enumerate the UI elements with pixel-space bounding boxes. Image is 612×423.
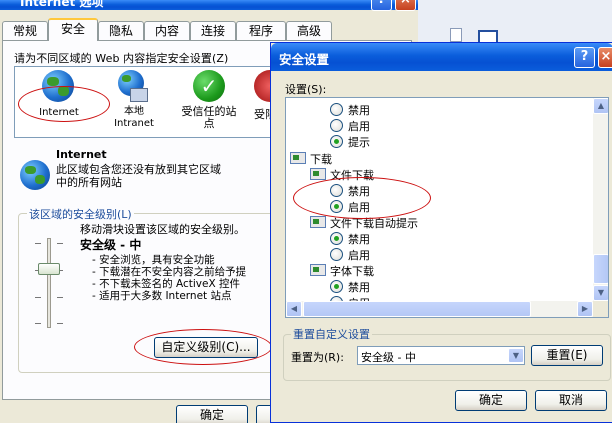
reset-group-label: 重置自定义设置 bbox=[291, 326, 372, 342]
security-settings-cancel-button[interactable]: 取消 bbox=[535, 390, 607, 411]
tree-subfolder-row[interactable]: 字体下载 bbox=[310, 263, 430, 279]
reset-button[interactable]: 重置(E) bbox=[531, 345, 603, 366]
security-slider-track bbox=[47, 238, 51, 328]
tree-radio-row[interactable]: 禁用 bbox=[330, 231, 410, 247]
radio-button[interactable] bbox=[330, 135, 343, 148]
reset-to-label: 重置为(R): bbox=[291, 351, 344, 364]
document-icon bbox=[450, 28, 462, 42]
check-icon: ✓ bbox=[193, 70, 225, 102]
settings-label: 设置(S): bbox=[285, 83, 327, 96]
radio-label: 禁用 bbox=[348, 233, 370, 246]
internet-zone-highlight bbox=[18, 86, 110, 122]
tab-programs[interactable]: 程序 bbox=[236, 21, 286, 41]
slider-hint: 移动滑块设置该区域的安全级别。 bbox=[80, 223, 245, 236]
help-button[interactable]: ? bbox=[371, 0, 392, 11]
radio-button[interactable] bbox=[330, 280, 343, 293]
security-level-name: 安全级 - 中 bbox=[80, 238, 142, 252]
zone-trusted-label: 受信任的站 点 bbox=[181, 105, 237, 130]
tree-subfolder-row[interactable]: 文件下载自动提示 bbox=[310, 215, 470, 231]
slider-tick-8 bbox=[57, 323, 63, 324]
scroll-right-arrow-icon[interactable]: ▶ bbox=[577, 301, 593, 317]
tree-radio-row[interactable]: 启用 bbox=[330, 118, 410, 134]
security-settings-window: 安全设置 ? × 设置(S): 禁用 启用 提示 下载 文件下载 禁用 启用 文… bbox=[270, 42, 612, 423]
tree-radio-row[interactable]: 启用 bbox=[330, 247, 410, 263]
tab-general[interactable]: 常规 bbox=[2, 21, 48, 41]
horizontal-scroll-thumb[interactable] bbox=[303, 301, 531, 317]
security-settings-title: 安全设置 bbox=[279, 52, 330, 67]
radio-button[interactable] bbox=[330, 232, 343, 245]
settings-folder-icon bbox=[310, 264, 326, 276]
zone-intranet[interactable]: 本地 Intranet bbox=[104, 70, 164, 134]
radio-label: 禁用 bbox=[348, 104, 370, 117]
scroll-up-arrow-icon[interactable]: ▲ bbox=[593, 98, 608, 114]
selected-zone-icon bbox=[20, 160, 50, 190]
reset-level-select[interactable]: 安全级 - 中 ▼ bbox=[357, 346, 525, 365]
radio-label: 启用 bbox=[348, 249, 370, 262]
radio-button[interactable] bbox=[330, 248, 343, 261]
file-download-enable-highlight bbox=[293, 177, 431, 219]
tab-privacy[interactable]: 隐私 bbox=[98, 21, 144, 41]
settings-folder-icon bbox=[310, 168, 326, 180]
radio-label: 启用 bbox=[348, 120, 370, 133]
security-settings-help-button[interactable]: ? bbox=[574, 47, 595, 68]
security-slider-thumb[interactable] bbox=[38, 263, 60, 275]
scroll-down-arrow-icon[interactable]: ▼ bbox=[593, 285, 608, 301]
custom-level-highlight bbox=[134, 329, 272, 365]
vertical-scrollbar[interactable]: ▲ ▼ bbox=[593, 98, 608, 301]
zone-prompt: 请为不同区域的 Web 内容指定安全设置(Z) bbox=[14, 52, 229, 65]
selected-zone-desc-line2: 中的所有网站 bbox=[56, 176, 122, 189]
radio-label: 提示 bbox=[348, 136, 370, 149]
scroll-left-arrow-icon[interactable]: ◀ bbox=[286, 301, 302, 317]
close-button[interactable]: × bbox=[395, 0, 416, 11]
security-level-group-label: 该区域的安全级别(L) bbox=[27, 206, 134, 222]
slider-tick-7 bbox=[57, 297, 63, 298]
tab-content[interactable]: 内容 bbox=[144, 21, 190, 41]
folder-label: 下载 bbox=[310, 153, 332, 166]
internet-options-ok-button[interactable]: 确定 bbox=[176, 405, 248, 423]
tree-radio-row[interactable]: 禁用 bbox=[330, 279, 410, 295]
scrollbar-corner bbox=[593, 301, 608, 317]
subfolder-label: 字体下载 bbox=[330, 265, 374, 278]
radio-button[interactable] bbox=[330, 103, 343, 116]
zone-trusted[interactable]: ✓ 受信任的站 点 bbox=[174, 70, 244, 134]
zone-intranet-label: 本地 Intranet bbox=[114, 106, 154, 129]
radio-label: 禁用 bbox=[348, 281, 370, 294]
radio-button[interactable] bbox=[330, 119, 343, 132]
tab-security[interactable]: 安全 bbox=[48, 18, 98, 41]
chevron-down-icon[interactable]: ▼ bbox=[508, 348, 524, 363]
tree-radio-row[interactable]: 禁用 bbox=[330, 102, 410, 118]
security-settings-ok-button[interactable]: 确定 bbox=[455, 390, 527, 411]
zone-restricted[interactable]: 受限制的站点 bbox=[252, 70, 272, 134]
tab-connections[interactable]: 连接 bbox=[190, 21, 236, 41]
horizontal-scrollbar[interactable]: ◀ ▶ bbox=[286, 301, 593, 317]
vertical-scroll-thumb[interactable] bbox=[593, 254, 608, 284]
security-settings-close-button[interactable]: × bbox=[598, 47, 612, 68]
slider-tick-5 bbox=[57, 243, 63, 244]
slider-tick-1 bbox=[35, 243, 41, 244]
settings-folder-icon bbox=[310, 216, 326, 228]
slider-tick-3 bbox=[35, 297, 41, 298]
internet-options-title: Internet 选项 bbox=[20, 0, 104, 9]
slider-tick-4 bbox=[35, 323, 41, 324]
reset-level-select-value: 安全级 - 中 bbox=[361, 351, 416, 364]
tab-advanced[interactable]: 高级 bbox=[286, 21, 332, 41]
security-level-bullet-4: - 适用于大多数 Internet 站点 bbox=[92, 290, 232, 302]
tree-radio-row[interactable]: 提示 bbox=[330, 134, 410, 150]
monitor-shape bbox=[130, 88, 148, 102]
tree-folder-row[interactable]: 下载 bbox=[290, 151, 410, 167]
settings-folder-icon bbox=[290, 152, 306, 164]
selected-zone-name: Internet bbox=[56, 148, 107, 161]
